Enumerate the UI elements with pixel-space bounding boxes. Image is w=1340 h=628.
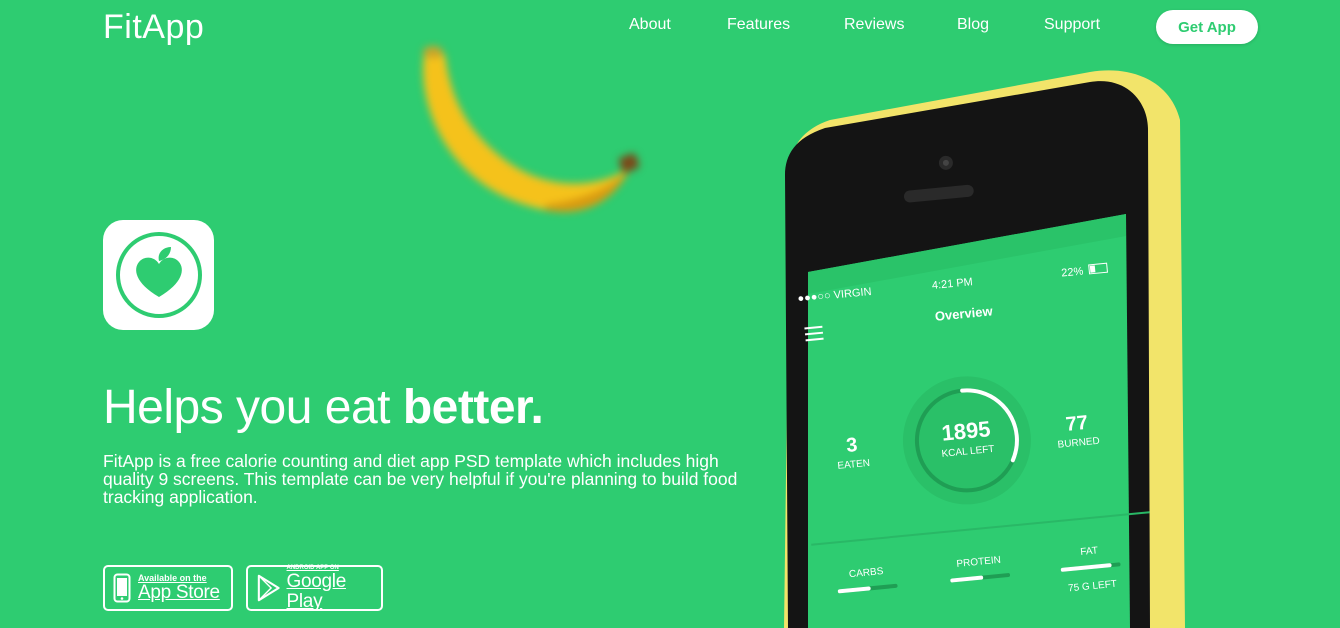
headline-light: Helps you eat — [103, 381, 403, 434]
nav-support[interactable]: Support — [1044, 16, 1100, 34]
app-icon — [103, 220, 214, 330]
macro-fat-label: FAT — [1080, 545, 1099, 558]
status-battery: 22% — [1061, 265, 1084, 279]
app-store-button[interactable]: Available on the App Store — [103, 565, 233, 611]
google-play-big-label: Google Play — [286, 571, 347, 612]
google-play-text: ANDROID APP ON Google Play — [287, 564, 381, 612]
nav-about[interactable]: About — [629, 16, 671, 34]
get-app-button[interactable]: Get App — [1156, 10, 1258, 44]
burned-value: 77 — [1065, 412, 1089, 436]
eaten-value: 3 — [845, 434, 858, 457]
nav-reviews[interactable]: Reviews — [844, 16, 904, 34]
hero-description: FitApp is a free calorie counting and di… — [103, 451, 738, 507]
app-store-big-label: App Store — [138, 582, 220, 603]
banana-image — [423, 46, 640, 212]
hero-headline: Helps you eat better. — [103, 380, 544, 435]
phone-mockup: ●●●○○ VIRGIN 4:21 PM 22% Overview 1895 K… — [784, 70, 1185, 628]
play-triangle-icon — [257, 574, 280, 602]
nav-blog[interactable]: Blog — [957, 16, 989, 34]
kcal-value: 1895 — [940, 416, 991, 446]
main-nav: About Features Reviews Blog Support — [0, 16, 1340, 36]
app-store-text: Available on the App Store — [138, 573, 220, 603]
headline-bold: better. — [402, 381, 544, 434]
nav-features[interactable]: Features — [727, 16, 790, 34]
google-play-button[interactable]: ANDROID APP ON Google Play — [246, 564, 383, 612]
phone-icon — [113, 573, 131, 603]
heart-apple-icon — [115, 232, 202, 318]
